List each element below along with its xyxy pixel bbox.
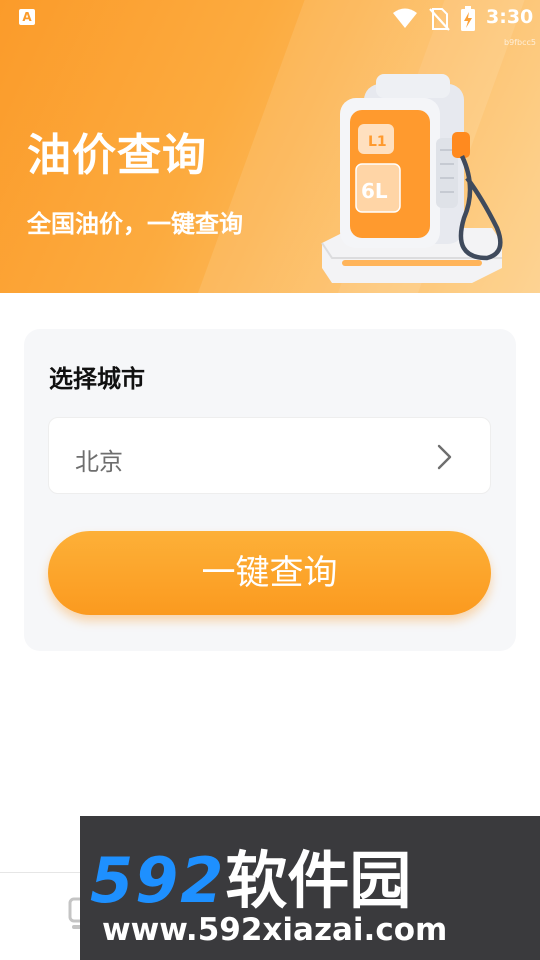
query-button[interactable]: 一键查询 [48,531,491,615]
selected-city: 北京 [75,448,123,476]
select-city-label: 选择城市 [49,365,145,393]
page-subtitle: 全国油价，一键查询 [27,210,243,238]
no-sim-icon [429,8,450,31]
city-query-card: 选择城市 北京 一键查询 [24,329,516,651]
banner-tag: b9fbcc5 [504,38,536,47]
city-selector[interactable]: 北京 [48,417,491,494]
svg-text:L1: L1 [368,134,387,150]
watermark-url: www.592xiazai.com [102,912,448,948]
battery-charging-icon [461,6,475,31]
chevron-right-icon [437,444,452,470]
watermark-brand: 592软件园 [90,830,411,920]
app-badge-icon: A [19,9,35,25]
status-time: 3:30 [486,6,534,28]
page-title: 油价查询 [27,130,207,181]
wifi-icon [393,8,417,28]
status-bar: A 3:30 [0,0,540,36]
watermark-overlay: 592软件园 www.592xiazai.com [80,816,540,960]
svg-text:6L: 6L [361,179,388,203]
watermark-brand-text: 软件园 [225,844,412,917]
header-banner: A 3:30 b9fbcc5 油价查询 全国油价，一键查询 L1 6L [0,0,540,293]
watermark-brand-number: 592 [90,844,226,917]
query-button-label: 一键查询 [201,554,338,592]
fuel-pump-icon: L1 6L [321,74,503,283]
